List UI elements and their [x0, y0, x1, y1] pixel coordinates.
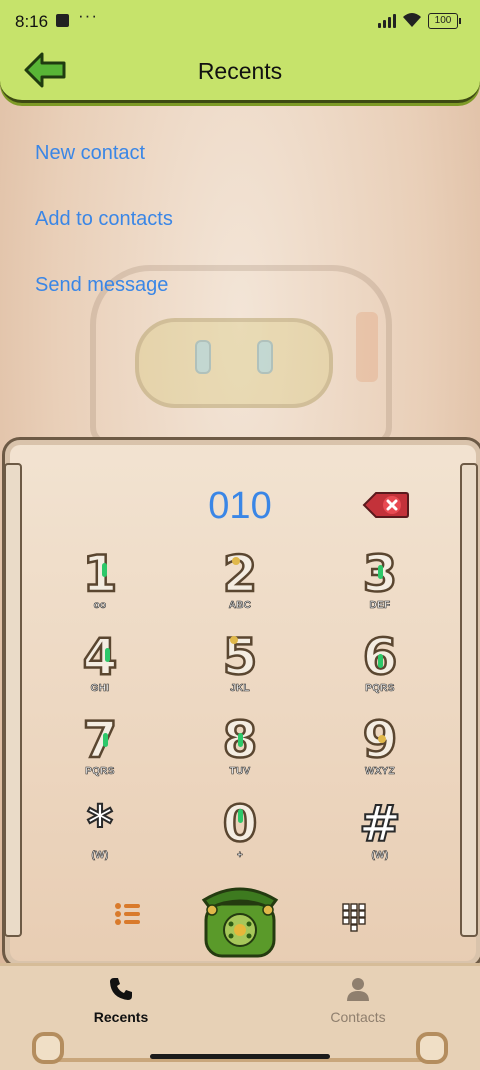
battery-icon: 100 — [428, 13, 461, 29]
key-digit: 4 — [81, 627, 118, 688]
key-8[interactable]: 8 TUV — [205, 710, 275, 781]
person-icon — [347, 978, 369, 1001]
notification-icon — [56, 14, 69, 27]
key-voicemail-label: oo — [93, 600, 107, 612]
key-4[interactable]: 4 GHI — [65, 627, 135, 698]
nav-contacts-label[interactable]: Contacts — [298, 1009, 418, 1025]
key-7[interactable]: 7 PQRS — [65, 710, 135, 781]
key-3[interactable]: 3 DEF — [345, 544, 415, 615]
send-message-link[interactable]: Send message — [35, 274, 168, 297]
background-robot-face — [135, 318, 333, 408]
key-letters: JKL — [230, 683, 250, 695]
panel-right-rail — [460, 463, 478, 937]
call-log-list-icon[interactable] — [114, 902, 142, 926]
digit-decoration — [103, 733, 108, 747]
key-digit: 2 — [221, 544, 258, 605]
phone-icon — [110, 978, 132, 1000]
more-notifications-icon: ··· — [78, 6, 98, 25]
home-indicator[interactable] — [150, 1054, 330, 1059]
key-digit: # — [358, 794, 402, 854]
backspace-icon[interactable] — [362, 490, 410, 520]
digit-decoration — [232, 557, 240, 565]
key-letters: DEF — [369, 600, 391, 612]
signal-icon — [378, 14, 396, 28]
decorative-knob — [32, 1032, 64, 1064]
key-2[interactable]: 2 ABC — [205, 544, 275, 615]
key-digit: 0 — [221, 794, 258, 855]
background-robot-eye — [257, 340, 273, 374]
key-digit: * — [86, 794, 114, 854]
status-bar: 8:16 ··· 100 — [0, 0, 480, 42]
key-wait-label: (W) — [371, 850, 389, 862]
key-letters: PQRS — [365, 683, 395, 695]
digit-decoration — [105, 648, 110, 662]
digit-decoration — [378, 654, 383, 668]
call-button-phone-icon[interactable] — [200, 878, 280, 960]
digit-decoration — [378, 565, 383, 579]
key-0[interactable]: 0 + — [205, 794, 275, 865]
key-letters: TUV — [229, 766, 251, 778]
panel-left-rail — [4, 463, 22, 937]
digit-decoration — [230, 636, 238, 644]
dialed-number: 010 — [208, 485, 272, 527]
nav-recents[interactable] — [61, 976, 181, 1007]
nav-recents-label[interactable]: Recents — [61, 1009, 181, 1025]
page-title: Recents — [197, 58, 283, 84]
status-time: 8:16 — [15, 12, 49, 31]
key-6[interactable]: 6 PQRS — [345, 627, 415, 698]
key-letters: ABC — [228, 600, 252, 612]
key-digit: 1 — [81, 544, 118, 605]
key-letters: GHI — [90, 683, 110, 695]
digit-decoration — [238, 733, 243, 747]
key-digit: 5 — [221, 627, 258, 688]
key-1[interactable]: 1 oo — [65, 544, 135, 615]
key-plus-label: + — [236, 850, 244, 862]
background-robot-eye — [195, 340, 211, 374]
add-to-contacts-link[interactable]: Add to contacts — [35, 208, 173, 231]
nav-contacts[interactable] — [298, 976, 418, 1007]
key-9[interactable]: 9 WXYZ — [345, 710, 415, 781]
decorative-knob — [416, 1032, 448, 1064]
key-letters: WXYZ — [364, 766, 396, 778]
wifi-icon — [403, 13, 421, 27]
digit-decoration — [378, 735, 386, 743]
background-robot-tag — [356, 312, 378, 382]
key-digit: 7 — [81, 710, 118, 771]
key-letters: PQRS — [85, 766, 115, 778]
dialpad-grid-icon[interactable] — [342, 903, 366, 933]
key-wait-label: (W) — [91, 850, 109, 862]
key-star[interactable]: * (W) — [65, 794, 135, 865]
digit-decoration — [238, 809, 243, 823]
digit-decoration — [102, 563, 107, 577]
new-contact-link[interactable]: New contact — [35, 142, 145, 165]
key-hash[interactable]: # (W) — [345, 794, 415, 865]
key-5[interactable]: 5 JKL — [205, 627, 275, 698]
